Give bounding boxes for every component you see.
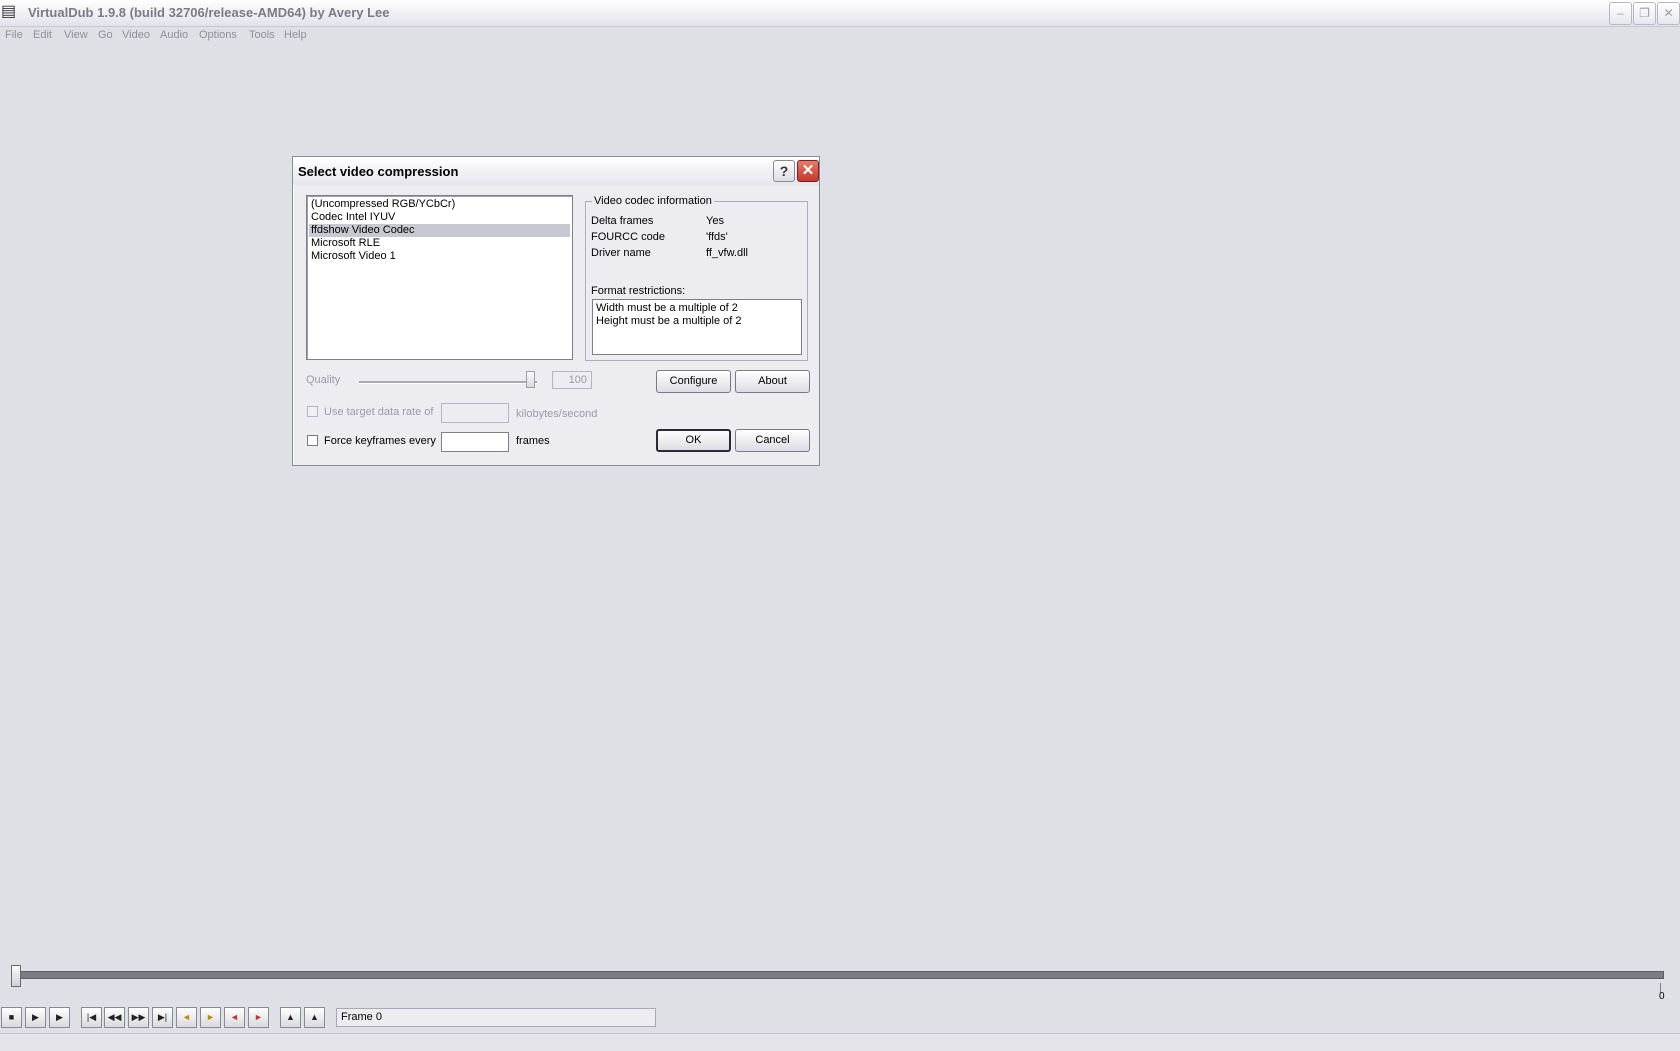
fourcc-value: 'ffds' [706, 231, 728, 243]
keyframes-unit: frames [516, 435, 550, 447]
minimize-button[interactable]: – [1609, 2, 1632, 25]
next-keyframe-icon[interactable]: ► [200, 1007, 221, 1028]
force-keyframes-checkbox[interactable] [307, 435, 318, 446]
delta-frames-value: Yes [706, 215, 724, 227]
quality-slider-track [359, 381, 537, 384]
window-title: VirtualDub 1.9.8 (build 32706/release-AM… [28, 5, 390, 20]
cancel-button[interactable]: Cancel [735, 429, 810, 452]
timeline-thumb[interactable] [11, 965, 21, 987]
list-item[interactable]: (Uncompressed RGB/YCbCr) [309, 198, 570, 211]
close-button[interactable]: ✕ [1657, 2, 1680, 25]
target-rate-checkbox [307, 406, 318, 417]
play-output-icon[interactable]: ▶ [49, 1007, 70, 1028]
timeline-end-label: 0 [1659, 991, 1665, 1002]
list-item-selected[interactable]: ffdshow Video Codec [309, 224, 570, 237]
menu-help[interactable]: Help [284, 29, 307, 41]
menu-view[interactable]: View [64, 29, 88, 41]
target-rate-label: Use target data rate of [324, 406, 434, 418]
prev-scene-icon[interactable]: ◄ [224, 1007, 245, 1028]
video-compression-dialog: Select video compression ? ✕ (Uncompress… [292, 156, 820, 466]
mark-in-icon[interactable]: ▲ [280, 1007, 301, 1028]
step-back-icon[interactable]: ◀◀ [104, 1007, 125, 1028]
codec-info-legend: Video codec information [592, 195, 714, 207]
list-item[interactable]: Codec Intel IYUV [309, 211, 570, 224]
timeline-track[interactable] [12, 971, 1664, 979]
mark-out-icon[interactable]: ▲ [304, 1007, 325, 1028]
restore-button[interactable]: ❐ [1633, 2, 1656, 25]
quality-label: Quality [306, 374, 341, 386]
menu-bar: File Edit View Go Video Audio Options To… [0, 27, 1680, 45]
frame-display: Frame 0 [336, 1008, 656, 1027]
keyframes-input[interactable] [441, 432, 509, 452]
status-bar [0, 1033, 1680, 1051]
quality-slider-thumb[interactable] [526, 371, 535, 388]
step-forward-icon[interactable]: ▶▶ [128, 1007, 149, 1028]
delta-frames-label: Delta frames [591, 215, 654, 227]
list-item[interactable]: Microsoft Video 1 [309, 250, 570, 263]
quality-value-field: 100 [552, 371, 592, 389]
stop-icon[interactable]: ■ [1, 1007, 22, 1028]
format-restriction-line: Height must be a multiple of 2 [596, 315, 742, 327]
menu-audio[interactable]: Audio [160, 29, 188, 41]
force-keyframes-label: Force keyframes every [324, 435, 436, 447]
menu-options[interactable]: Options [199, 29, 237, 41]
configure-button[interactable]: Configure [656, 370, 731, 393]
about-button[interactable]: About [735, 370, 810, 393]
film-icon[interactable]: ▤ [1, 3, 19, 21]
menu-file[interactable]: File [5, 29, 23, 41]
help-icon[interactable]: ? [773, 160, 795, 182]
menu-tools[interactable]: Tools [249, 29, 275, 41]
driver-name-label: Driver name [591, 247, 651, 259]
go-to-end-icon[interactable]: ▶| [152, 1007, 173, 1028]
next-scene-icon[interactable]: ► [248, 1007, 269, 1028]
format-restrictions-box[interactable]: Width must be a multiple of 2 Height mus… [592, 299, 802, 355]
ok-button[interactable]: OK [656, 429, 731, 452]
menu-go[interactable]: Go [98, 29, 113, 41]
target-rate-unit: kilobytes/second [516, 408, 598, 420]
close-icon[interactable]: ✕ [797, 160, 819, 182]
menu-edit[interactable]: Edit [33, 29, 52, 41]
target-rate-input [441, 403, 509, 423]
menu-video[interactable]: Video [122, 29, 150, 41]
driver-name-value: ff_vfw.dll [706, 247, 748, 259]
title-bar: ▤ VirtualDub 1.9.8 (build 32706/release-… [0, 0, 1680, 27]
prev-keyframe-icon[interactable]: ◄ [176, 1007, 197, 1028]
dialog-title: Select video compression [298, 164, 459, 179]
fourcc-label: FOURCC code [591, 231, 665, 243]
dialog-title-bar[interactable]: Select video compression ? ✕ [293, 157, 819, 185]
go-to-start-icon[interactable]: |◀ [81, 1007, 102, 1028]
format-restriction-line: Width must be a multiple of 2 [596, 302, 738, 314]
codec-list[interactable]: (Uncompressed RGB/YCbCr) Codec Intel IYU… [306, 195, 573, 360]
format-restrictions-label: Format restrictions: [591, 285, 686, 297]
play-input-icon[interactable]: ▶ [25, 1007, 46, 1028]
list-item[interactable]: Microsoft RLE [309, 237, 570, 250]
